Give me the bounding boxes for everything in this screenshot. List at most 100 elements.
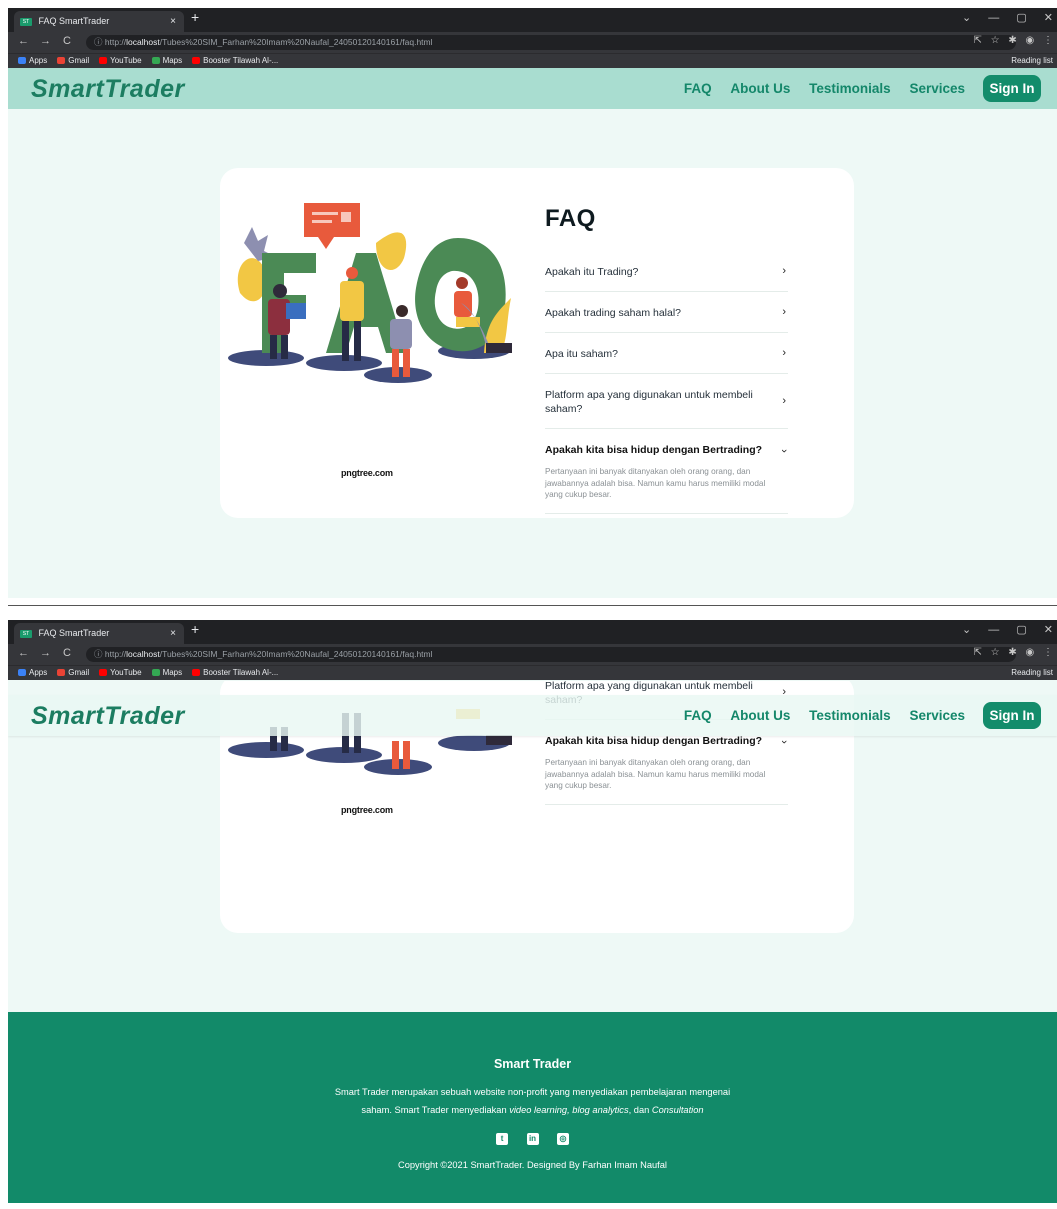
bookmark-label: YouTube: [110, 668, 142, 677]
footer-desc-italic: Consultation: [651, 1105, 704, 1115]
faq-question: Platform apa yang digunakan untuk membel…: [545, 389, 753, 415]
bookmark-item[interactable]: Booster Tilawah Al-...: [192, 666, 278, 679]
brand-logo[interactable]: SmartTrader: [31, 75, 185, 104]
bookmark-item[interactable]: Apps: [18, 54, 47, 67]
url-host: localhost: [126, 649, 160, 659]
instagram-icon[interactable]: ◎: [556, 1133, 569, 1145]
chevron-right-icon[interactable]: ›: [782, 264, 786, 278]
bookmark-icon: [57, 57, 66, 65]
linkedin-icon[interactable]: in: [526, 1133, 539, 1145]
nav-links: FAQ About Us Testimonials Services: [669, 81, 965, 96]
chevron-right-icon[interactable]: ›: [782, 346, 786, 360]
back-icon[interactable]: ←: [18, 647, 29, 659]
bookmark-item[interactable]: Booster Tilawah Al-...: [192, 54, 278, 67]
bookmark-item[interactable]: Maps: [151, 54, 183, 67]
reload-icon[interactable]: C: [63, 35, 71, 47]
screenshot-top: ST FAQ SmartTrader × + ⌄ — ▢ ✕ ← → C ⓘ h…: [8, 8, 1057, 598]
nav-testimonials[interactable]: Testimonials: [809, 708, 891, 723]
nav-services[interactable]: Services: [909, 708, 965, 723]
bookmark-label: Apps: [29, 668, 48, 677]
extension-icons[interactable]: ⇱ ☆ ✱ ◉ ⋮: [973, 35, 1053, 46]
chevron-right-icon[interactable]: ›: [782, 305, 786, 319]
bookmark-item[interactable]: YouTube: [99, 54, 142, 67]
bookmark-icon: [99, 57, 108, 65]
bookmark-icon: [18, 669, 26, 677]
reading-list-button[interactable]: Reading list: [1011, 54, 1053, 67]
bookmark-label: Maps: [162, 668, 183, 677]
nav-links: FAQ About Us Testimonials Services: [669, 708, 965, 723]
nav-about-us[interactable]: About Us: [730, 708, 790, 723]
url-path: /Tubes%20SIM_Farhan%20Imam%20Naufal_2405…: [159, 649, 433, 659]
chevron-down-icon[interactable]: ›: [777, 449, 791, 453]
url-path: /Tubes%20SIM_Farhan%20Imam%20Naufal_2405…: [159, 37, 433, 47]
faq-item[interactable]: Apakah trading saham halal? ›: [545, 292, 788, 333]
browser-tab[interactable]: ST FAQ SmartTrader ×: [14, 623, 184, 644]
url-host: localhost: [126, 37, 160, 47]
tab-title: FAQ SmartTrader: [38, 628, 110, 638]
screenshot-bottom: ST FAQ SmartTrader × + ⌄ — ▢ ✕ ← → C ⓘ h…: [8, 620, 1057, 1203]
faq-question: Apakah itu Trading?: [545, 266, 639, 278]
faq-item[interactable]: Apakah itu Trading? ›: [545, 251, 788, 292]
close-icon[interactable]: ×: [170, 623, 176, 644]
favicon-icon: ST: [20, 629, 32, 638]
favicon-icon: ST: [20, 17, 32, 26]
bookmark-item[interactable]: Maps: [151, 666, 183, 679]
image-credit: pngtree.com: [341, 805, 393, 815]
close-icon[interactable]: ×: [170, 11, 176, 32]
extension-icons[interactable]: ⇱ ☆ ✱ ◉ ⋮: [973, 647, 1053, 658]
nav-faq[interactable]: FAQ: [684, 81, 712, 96]
bookmark-icon: [151, 57, 160, 65]
copyright-text: Copyright ©2021 SmartTrader. Designed By…: [397, 1160, 667, 1170]
bookmark-item[interactable]: YouTube: [99, 666, 142, 679]
bookmark-item[interactable]: Gmail: [57, 666, 89, 679]
url-input[interactable]: ⓘ http://localhost/Tubes%20SIM_Farhan%20…: [86, 647, 1016, 662]
reload-icon[interactable]: C: [63, 647, 71, 659]
faq-question: Apakah kita bisa hidup dengan Bertrading…: [545, 444, 763, 456]
bookmark-label: YouTube: [110, 56, 142, 65]
bookmark-icon: [192, 669, 201, 677]
faq-item[interactable]: Platform apa yang digunakan untuk membel…: [545, 374, 788, 429]
site-footer: Smart Trader Smart Trader merupakan sebu…: [8, 1012, 1057, 1203]
bookmark-label: Gmail: [68, 668, 90, 677]
nav-testimonials[interactable]: Testimonials: [809, 81, 891, 96]
back-icon[interactable]: ←: [18, 35, 29, 47]
forward-icon[interactable]: →: [40, 35, 51, 47]
bookmark-icon: [18, 57, 26, 65]
bookmark-item[interactable]: Gmail: [57, 54, 89, 67]
nav-services[interactable]: Services: [909, 81, 965, 96]
faq-illustration: [228, 203, 512, 383]
url-input[interactable]: ⓘ http://localhost/Tubes%20SIM_Farhan%20…: [86, 35, 1016, 50]
browser-tab[interactable]: ST FAQ SmartTrader ×: [14, 11, 184, 32]
chevron-right-icon[interactable]: ›: [782, 394, 786, 408]
chevron-down-icon[interactable]: ›: [777, 740, 791, 744]
bookmarks-bar: Apps Gmail YouTube Maps Booster Tilawah Al-.…: [8, 53, 1057, 68]
bookmark-icon: [192, 57, 201, 65]
site-navbar: SmartTrader FAQ About Us Testimonials Se…: [8, 68, 1057, 109]
tab-title: FAQ SmartTrader: [38, 16, 110, 26]
new-tab-button[interactable]: +: [191, 9, 199, 25]
bookmark-label: Maps: [162, 56, 183, 65]
nav-about-us[interactable]: About Us: [730, 81, 790, 96]
faq-item[interactable]: Apa itu saham? ›: [545, 333, 788, 374]
bookmark-item[interactable]: Apps: [18, 666, 47, 679]
brand-logo[interactable]: SmartTrader: [31, 702, 185, 731]
sign-in-button[interactable]: Sign In: [983, 75, 1041, 102]
footer-title: Smart Trader: [493, 1057, 572, 1071]
faq-answer: Pertanyaan ini banyak ditanyakan oleh or…: [545, 758, 766, 790]
bookmark-label: Booster Tilawah Al-...: [203, 668, 279, 677]
screenshot-divider: [8, 605, 1057, 606]
faq-title: FAQ: [545, 205, 596, 232]
window-controls[interactable]: ⌄ — ▢ ✕: [962, 623, 1053, 636]
nav-faq[interactable]: FAQ: [684, 708, 712, 723]
sign-in-button[interactable]: Sign In: [983, 702, 1041, 729]
window-controls[interactable]: ⌄ — ▢ ✕: [962, 11, 1053, 24]
new-tab-button[interactable]: +: [191, 621, 199, 637]
reading-list-button[interactable]: Reading list: [1011, 666, 1053, 679]
forward-icon[interactable]: →: [40, 647, 51, 659]
social-links: t in ◎: [8, 1128, 1057, 1146]
faq-item[interactable]: Apakah kita bisa hidup dengan Bertrading…: [545, 429, 791, 514]
image-credit: pngtree.com: [341, 468, 393, 478]
faq-card: pngtree.com FAQ Apakah itu Trading? › Apak…: [220, 168, 854, 518]
twitter-icon[interactable]: t: [496, 1133, 509, 1145]
browser-tabbar: ST FAQ SmartTrader × + ⌄ — ▢ ✕: [8, 8, 1057, 32]
